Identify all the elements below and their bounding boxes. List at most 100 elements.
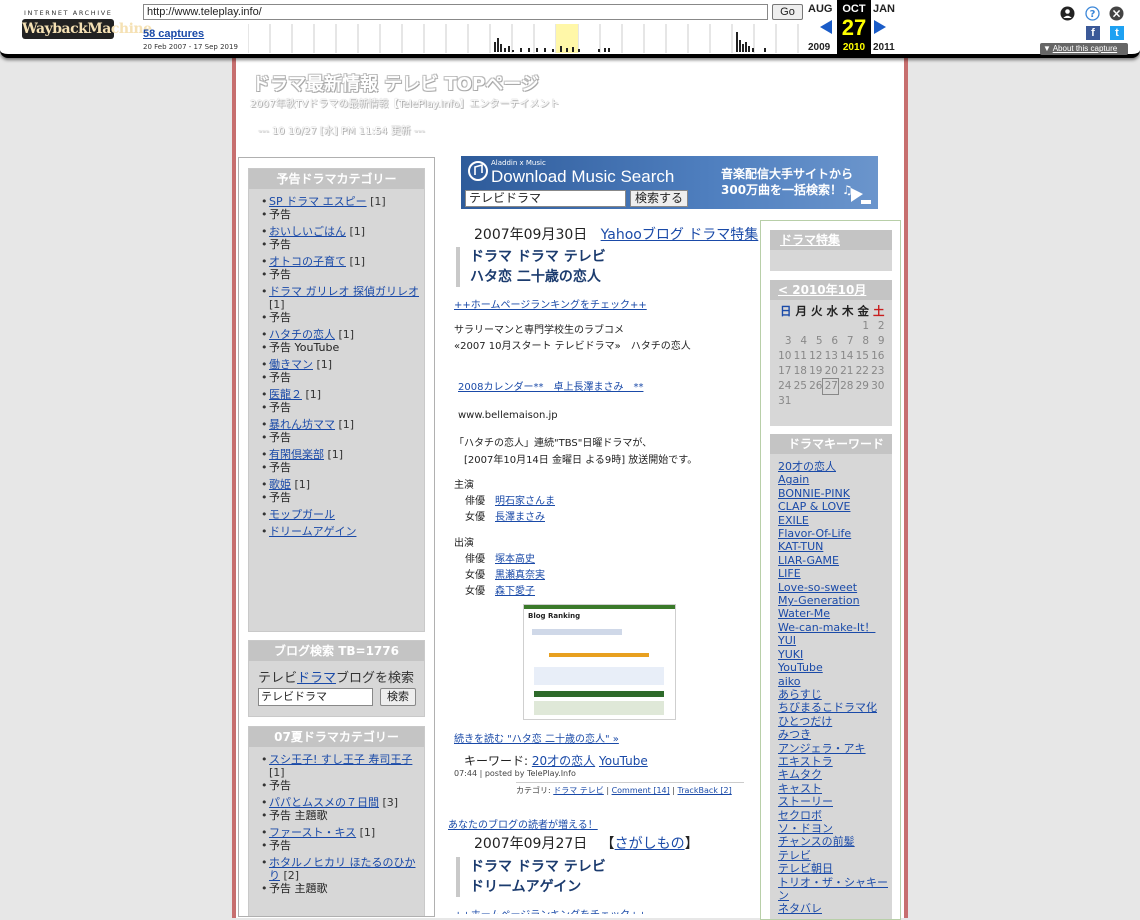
keyword-item: ストーリー [778, 795, 892, 808]
keyword-link[interactable]: ソ・ドヨン [778, 822, 833, 835]
keyword-link[interactable]: エキストラ [778, 755, 833, 768]
category-link[interactable]: パパとムスメの７日間 [269, 796, 379, 809]
category-link[interactable]: SP ドラマ エスピー [269, 195, 367, 208]
prev-year-label[interactable]: 2009 [808, 42, 830, 53]
keyword-link[interactable]: We-can-make-It！ [778, 621, 875, 634]
music-search-button[interactable]: 検索する [630, 190, 688, 207]
keyword-link[interactable]: キャスト [778, 782, 822, 795]
calendar-prev-link[interactable]: < 2010年10月 [778, 283, 866, 297]
next-year-label[interactable]: 2011 [873, 42, 895, 53]
trackback-link[interactable]: TrackBack [2] [678, 786, 732, 795]
category-link[interactable]: オトコの子育て [269, 255, 346, 268]
keyword-link[interactable]: YouTube [778, 661, 823, 674]
post-title-link[interactable]: Yahooブログ ドラマ特集 [601, 227, 759, 243]
keyword-link[interactable]: LIAR-GAME [778, 554, 839, 567]
keyword-link[interactable]: KAT-TUN [778, 540, 823, 553]
cast-name-link[interactable]: 明石家さんま [495, 496, 555, 507]
keyword-link[interactable]: トリオ・ザ・シャキーン [778, 876, 888, 902]
category-link[interactable]: スシ王子! すし王子 寿司王子 [269, 753, 412, 766]
keyword-link[interactable]: 20才の恋人 [778, 460, 836, 473]
blog-promo-link[interactable]: あなたのブログの読者が増える！ [448, 816, 598, 831]
user-account-icon[interactable] [1060, 6, 1075, 21]
go-button[interactable]: Go [772, 4, 803, 20]
cast-name-link[interactable]: 長澤まさみ [495, 512, 545, 523]
ranking-link[interactable]: ++ホームページランキングをチェック++ [454, 906, 647, 914]
blog-ranking-screenshot[interactable]: Blog Ranking [523, 604, 676, 720]
category-link[interactable]: ファースト・キス [269, 826, 356, 839]
list-item: 予告 YouTube [261, 341, 424, 354]
screenshot-title: Blog Ranking [528, 612, 581, 620]
blog-search-input[interactable]: テレビドラマ [258, 688, 373, 706]
post-title-link[interactable]: さがしもの [615, 836, 685, 852]
banner-title[interactable]: Download Music Search [491, 167, 674, 187]
facebook-icon[interactable]: f [1086, 26, 1100, 40]
keyword-link[interactable]: YouTube [599, 754, 648, 768]
category-link[interactable]: 有閑倶楽部 [269, 448, 324, 461]
keyword-link[interactable]: テレビ朝日 [778, 862, 833, 875]
next-month-label[interactable]: JAN [873, 3, 895, 15]
keyword-link[interactable]: セクロボ [778, 809, 822, 822]
category-link[interactable]: おいしいごはん [269, 225, 346, 238]
search-label-link[interactable]: ドラマ [297, 671, 336, 686]
keyword-link[interactable]: EXILE [778, 514, 809, 527]
keyword-link[interactable]: ネタバレ [778, 902, 822, 915]
capture-sparkline[interactable] [248, 24, 800, 53]
keyword-link[interactable]: Flavor-Of-Life [778, 527, 851, 540]
keyword-item: キャスト [778, 782, 892, 795]
cast-name-link[interactable]: 森下愛子 [495, 586, 535, 597]
calendar-day [807, 394, 823, 409]
site-title[interactable]: ドラマ最新情報 テレビ TOPページ [252, 70, 539, 96]
calendar-day [838, 319, 854, 334]
category-link[interactable]: 暴れん坊ママ [269, 418, 335, 431]
calendar-ad-link[interactable]: 2008カレンダー** 卓上長澤まさみ ** [458, 378, 643, 393]
captures-link[interactable]: 58 captures [143, 28, 204, 40]
keyword-link[interactable]: LIFE [778, 567, 801, 580]
post-category-link[interactable]: ドラマ テレビ [553, 786, 604, 795]
current-year-label: 2010 [842, 42, 866, 53]
comment-link[interactable]: Comment [14] [612, 786, 670, 795]
calendar-day [869, 394, 885, 409]
prev-month-label[interactable]: AUG [808, 3, 832, 15]
cast-name-link[interactable]: 塚本高史 [495, 554, 535, 565]
drama-special-link[interactable]: ドラマ特集 [780, 233, 840, 247]
keyword-link[interactable]: CLAP & LOVE [778, 500, 850, 513]
wayback-logo[interactable]: WaybackMachine [22, 19, 152, 39]
next-capture-arrow-icon[interactable] [874, 20, 886, 34]
category-link[interactable]: 働きマン [269, 358, 313, 371]
keyword-link[interactable]: 20才の恋人 [532, 754, 595, 768]
ranking-link[interactable]: ++ホームページランキングをチェック++ [454, 296, 647, 311]
read-more-link[interactable]: 続きを読む "ハタ恋 二十歳の恋人" » [454, 730, 619, 745]
keyword-link[interactable]: ひとつだけ [778, 715, 832, 728]
category-link[interactable]: 医龍２ [269, 388, 302, 401]
keyword-link[interactable]: みつき [778, 728, 811, 741]
keyword-link[interactable]: Again [778, 473, 809, 486]
keyword-link[interactable]: キムタク [778, 768, 822, 781]
twitter-icon[interactable]: t [1110, 26, 1124, 40]
keyword-link[interactable]: あらすじ [778, 688, 822, 701]
help-icon[interactable]: ? [1085, 6, 1100, 21]
prev-capture-arrow-icon[interactable] [820, 20, 832, 34]
keyword-link[interactable]: YUI [778, 634, 796, 647]
keyword-link[interactable]: aiko [778, 675, 801, 688]
keyword-link[interactable]: BONNIE-PINK [778, 487, 850, 500]
category-link[interactable]: ドラマ ガリレオ 探偵ガリレオ [269, 285, 419, 298]
category-link[interactable]: ハタチの恋人 [269, 328, 335, 341]
wayback-url-input[interactable]: http://www.teleplay.info/ [143, 4, 768, 20]
keyword-link[interactable]: My-Generation [778, 594, 860, 607]
keyword-link[interactable]: YUKI [778, 648, 803, 661]
close-icon[interactable]: × [1109, 6, 1124, 21]
cast-name-link[interactable]: 黒瀬真奈実 [495, 570, 545, 581]
music-search-input[interactable]: テレビドラマ [465, 190, 626, 207]
about-capture-button[interactable]: ▼ About this capture [1040, 43, 1128, 55]
keyword-link[interactable]: Love-so-sweet [778, 581, 857, 594]
keyword-link[interactable]: アンジェラ・アキ [778, 742, 866, 755]
keyword-link[interactable]: ストーリー [778, 795, 833, 808]
category-link[interactable]: 歌姫 [269, 478, 291, 491]
keyword-link[interactable]: ちびまるこドラマ化 [778, 701, 877, 714]
blog-search-button[interactable]: 検索 [380, 688, 416, 706]
keyword-link[interactable]: チャンスの前髪 [778, 835, 855, 848]
category-link[interactable]: ドリームアゲイン [269, 525, 356, 538]
keyword-link[interactable]: Water-Me [778, 607, 830, 620]
keyword-link[interactable]: テレビ [778, 849, 811, 862]
category-link[interactable]: モップガール [269, 508, 335, 521]
